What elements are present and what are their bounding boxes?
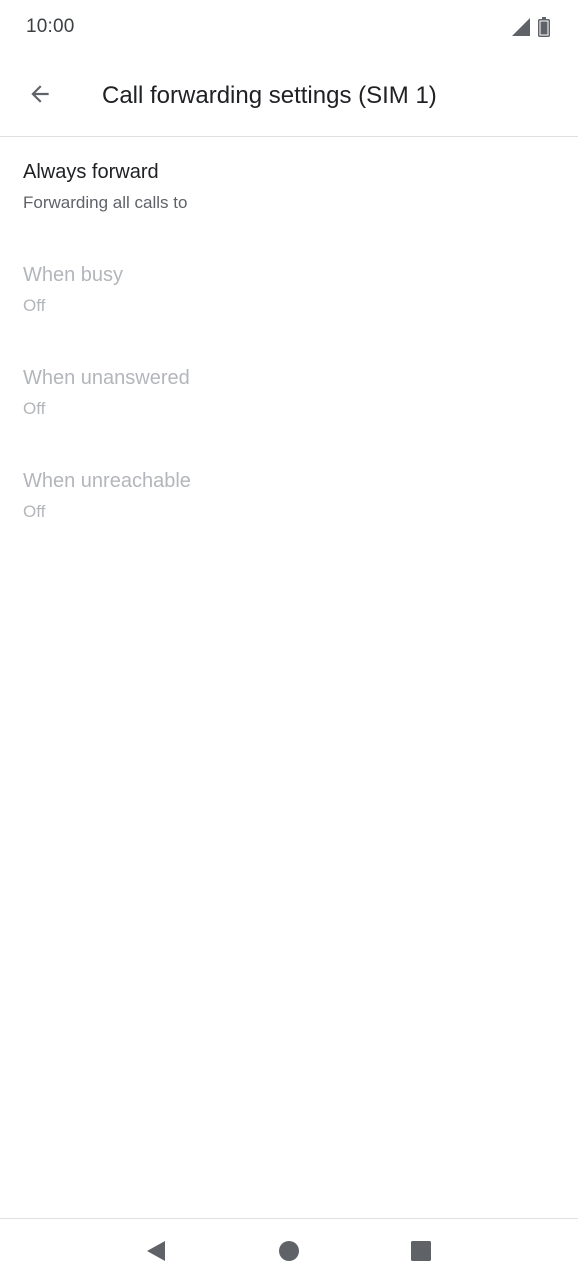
status-icons bbox=[512, 17, 550, 42]
app-bar: Call forwarding settings (SIM 1) bbox=[0, 56, 578, 137]
nav-home-icon bbox=[278, 1240, 300, 1267]
setting-title: When unanswered bbox=[23, 367, 190, 389]
nav-back-icon bbox=[144, 1239, 168, 1268]
navigation-bar bbox=[0, 1218, 578, 1286]
nav-back-button[interactable] bbox=[134, 1231, 178, 1275]
setting-when-unreachable: When unreachable Off bbox=[0, 446, 578, 549]
setting-title: Always forward bbox=[23, 161, 159, 183]
setting-title: When busy bbox=[23, 264, 124, 286]
page-title: Call forwarding settings (SIM 1) bbox=[102, 82, 437, 109]
setting-summary: Off bbox=[23, 296, 46, 315]
setting-summary: Off bbox=[23, 399, 46, 418]
signal-icon bbox=[512, 18, 530, 41]
setting-summary: Forwarding all calls to bbox=[23, 193, 188, 212]
battery-icon bbox=[538, 17, 550, 42]
setting-summary: Off bbox=[23, 502, 46, 521]
nav-recents-button[interactable] bbox=[399, 1231, 443, 1275]
arrow-back-icon bbox=[27, 81, 53, 112]
setting-always-forward[interactable]: Always forward Forwarding all calls to bbox=[0, 137, 578, 240]
setting-title: When unreachable bbox=[23, 470, 191, 492]
status-time: 10:00 bbox=[26, 16, 75, 37]
back-button[interactable] bbox=[16, 72, 64, 120]
nav-recents-icon bbox=[410, 1240, 432, 1267]
setting-when-busy: When busy Off bbox=[0, 240, 578, 343]
nav-home-button[interactable] bbox=[267, 1231, 311, 1275]
status-bar: 10:00 bbox=[0, 0, 578, 56]
settings-list: Always forward Forwarding all calls to W… bbox=[0, 137, 578, 549]
setting-when-unanswered: When unanswered Off bbox=[0, 343, 578, 446]
